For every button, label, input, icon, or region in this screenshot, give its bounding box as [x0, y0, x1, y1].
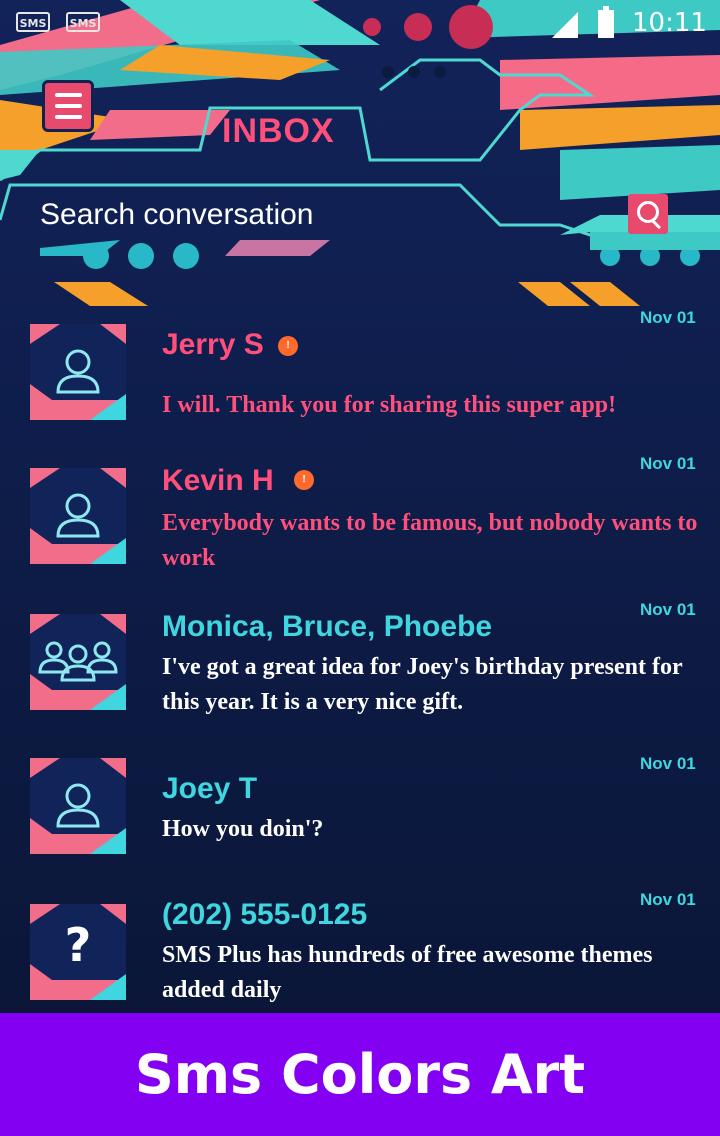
contact-name: (202) 555-0125 [162, 898, 368, 931]
menu-icon [55, 93, 82, 97]
contact-name: Monica, Bruce, Phoebe [162, 610, 493, 643]
conversation-item[interactable]: Joey T How you doin'? Nov 01 [0, 754, 720, 872]
search-icon [637, 201, 659, 223]
person-icon [30, 468, 126, 564]
search-input[interactable]: Search conversation [40, 198, 314, 232]
message-snippet: I will. Thank you for sharing this super… [162, 392, 617, 418]
message-date: Nov 01 [640, 890, 696, 909]
person-icon [30, 324, 126, 420]
contact-avatar [30, 324, 126, 420]
contact-avatar: ? [30, 904, 126, 1000]
conversation-item[interactable]: Jerry S ! I will. Thank you for sharing … [0, 308, 720, 440]
contact-avatar [30, 614, 126, 710]
conversation-item[interactable]: Kevin H ! Everybody wants to be famous, … [0, 454, 720, 592]
message-snippet: SMS Plus has hundreds of free awesome th… [162, 942, 653, 1003]
contact-avatar [30, 468, 126, 564]
page-title: INBOX [222, 112, 335, 150]
menu-icon-bar [55, 104, 82, 108]
contact-avatar [30, 758, 126, 854]
message-date: Nov 01 [640, 754, 696, 773]
promo-banner[interactable]: Sms Colors Art [0, 1013, 720, 1136]
message-snippet: I've got a great idea for Joey's birthda… [162, 654, 683, 715]
conversation-item[interactable]: ? (202) 555-0125 SMS Plus has hundreds o… [0, 890, 720, 1013]
message-date: Nov 01 [640, 454, 696, 473]
sms-notification-icon: SMS [66, 12, 100, 32]
group-icon [30, 614, 126, 710]
message-date: Nov 01 [640, 308, 696, 327]
status-bar: SMS SMS 10:11 [0, 0, 720, 50]
contact-name: Jerry S [162, 328, 264, 361]
signal-icon [552, 12, 578, 38]
menu-button[interactable] [42, 80, 94, 132]
message-snippet: How you doin'? [162, 816, 324, 842]
search-button[interactable] [628, 194, 668, 234]
battery-icon [598, 6, 614, 38]
message-snippet: Everybody wants to be famous, but nobody… [162, 510, 698, 571]
contact-name: Kevin H [162, 464, 274, 497]
person-icon [30, 758, 126, 854]
unread-badge: ! [294, 470, 314, 490]
contact-name: Joey T [162, 772, 258, 805]
message-date: Nov 01 [640, 600, 696, 619]
sms-notification-icon: SMS [16, 12, 50, 32]
search-icon-handle [651, 220, 662, 230]
clock: 10:11 [632, 8, 707, 38]
unknown-contact-mark: ? [64, 918, 92, 972]
menu-icon-bar [55, 115, 82, 119]
conversation-item[interactable]: Monica, Bruce, Phoebe I've got a great i… [0, 600, 720, 738]
unread-badge: ! [278, 336, 298, 356]
